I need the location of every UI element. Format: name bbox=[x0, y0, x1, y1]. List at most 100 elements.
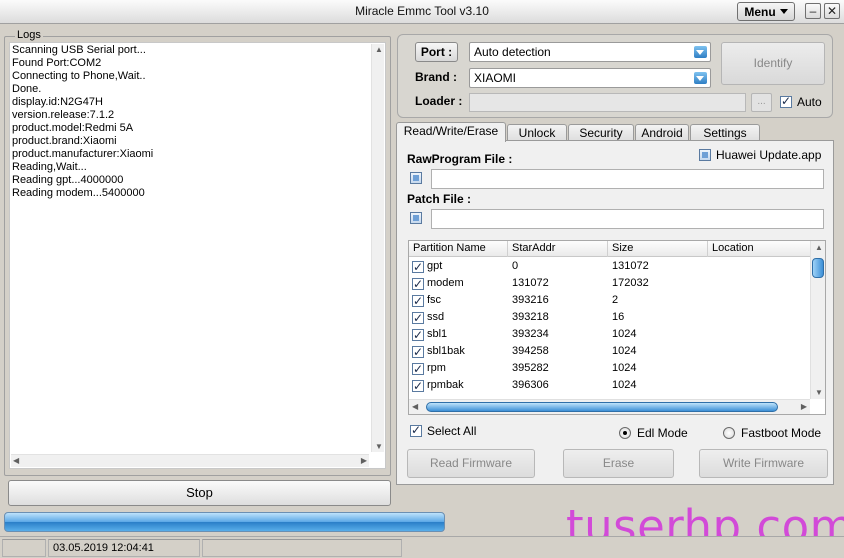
row-checkbox[interactable] bbox=[412, 344, 424, 361]
table-row[interactable]: sbl1 393234 1024 bbox=[409, 326, 811, 344]
log-line: Reading modem...5400000 bbox=[12, 187, 145, 199]
brand-select-value: XIAOMI bbox=[474, 71, 517, 85]
read-firmware-button[interactable]: Read Firmware bbox=[407, 449, 535, 478]
rawprogram-checkbox[interactable] bbox=[410, 172, 422, 184]
logs-horizontal-scrollbar[interactable]: ◀ ▶ bbox=[11, 454, 369, 467]
status-datetime: 03.05.2019 12:04:41 bbox=[48, 539, 200, 557]
table-horizontal-scrollbar[interactable]: ◀ ▶ bbox=[409, 399, 810, 414]
table-cell-name: sbl1 bbox=[427, 328, 448, 340]
tab-read-write-erase[interactable]: Read/Write/Erase bbox=[396, 122, 506, 142]
table-row[interactable]: rpmbak 396306 1024 bbox=[409, 377, 811, 395]
tab-android[interactable]: Android bbox=[635, 124, 689, 141]
row-checkbox[interactable] bbox=[412, 293, 424, 310]
select-all-checkbox[interactable] bbox=[410, 423, 422, 437]
logs-vertical-scrollbar[interactable]: ▲ ▼ bbox=[371, 44, 384, 452]
rawprogram-label: RawProgram File : bbox=[407, 152, 513, 166]
scroll-left-icon[interactable]: ◀ bbox=[13, 456, 19, 465]
scroll-down-icon[interactable]: ▼ bbox=[815, 388, 823, 397]
table-cell-name: gpt bbox=[427, 260, 443, 272]
table-cell-name: fsc bbox=[427, 294, 442, 306]
tab-unlock[interactable]: Unlock bbox=[507, 124, 567, 141]
patch-label: Patch File : bbox=[407, 192, 472, 206]
brand-select[interactable]: XIAOMI bbox=[469, 68, 711, 88]
column-header[interactable]: Size bbox=[608, 241, 708, 257]
scroll-up-icon[interactable]: ▲ bbox=[815, 243, 823, 252]
log-lines: Scanning USB Serial port... Found Port:CO… bbox=[12, 44, 372, 200]
table-cell-start: 131072 bbox=[512, 277, 549, 289]
row-checkbox[interactable] bbox=[412, 259, 424, 276]
scroll-up-icon[interactable]: ▲ bbox=[375, 45, 383, 54]
table-cell-name: sbl1bak bbox=[427, 345, 465, 357]
partition-table: Partition Name StarAddr Size Location gp… bbox=[408, 240, 826, 415]
row-checkbox[interactable] bbox=[412, 378, 424, 395]
loader-input[interactable] bbox=[469, 93, 746, 112]
log-line: Done. bbox=[12, 83, 42, 95]
table-header: Partition Name StarAddr Size Location bbox=[409, 241, 811, 257]
table-cell-start: 393218 bbox=[512, 311, 549, 323]
table-row[interactable]: ssd 393218 16 bbox=[409, 309, 811, 327]
edl-mode-radio[interactable] bbox=[619, 427, 631, 439]
table-cell-start: 395282 bbox=[512, 362, 549, 374]
logs-group: Logs Scanning USB Serial port... Found Po… bbox=[4, 29, 391, 476]
log-line: Scanning USB Serial port... bbox=[12, 44, 146, 56]
row-checkbox[interactable] bbox=[412, 361, 424, 378]
huawei-update-checkbox[interactable] bbox=[699, 149, 711, 161]
minimize-button[interactable]: – bbox=[805, 3, 821, 19]
scroll-right-icon[interactable]: ▶ bbox=[801, 402, 807, 411]
port-button[interactable]: Port : bbox=[415, 42, 458, 62]
window-title: Miracle Emmc Tool v3.10 bbox=[355, 4, 489, 18]
patch-input[interactable] bbox=[431, 209, 824, 229]
read-write-erase-panel: RawProgram File : Huawei Update.app Patc… bbox=[396, 140, 834, 485]
identify-button[interactable]: Identify bbox=[721, 42, 825, 85]
row-checkbox[interactable] bbox=[412, 327, 424, 344]
column-header[interactable]: StarAddr bbox=[508, 241, 608, 257]
tab-settings[interactable]: Settings bbox=[690, 124, 760, 141]
brand-label: Brand : bbox=[415, 70, 457, 84]
connection-panel: Port : Auto detection Brand : XIAOMI Ide… bbox=[397, 34, 833, 118]
write-firmware-button[interactable]: Write Firmware bbox=[699, 449, 828, 478]
table-cell-start: 393216 bbox=[512, 294, 549, 306]
scroll-left-icon[interactable]: ◀ bbox=[412, 402, 418, 411]
stop-button[interactable]: Stop bbox=[8, 480, 391, 506]
table-row[interactable]: fsc 393216 2 bbox=[409, 292, 811, 310]
column-header[interactable]: Partition Name bbox=[409, 241, 508, 257]
rawprogram-input[interactable] bbox=[431, 169, 824, 189]
close-button[interactable]: ✕ bbox=[824, 3, 840, 19]
table-cell-size: 172032 bbox=[612, 277, 649, 289]
table-vertical-scrollbar[interactable]: ▲ ▼ bbox=[810, 241, 825, 399]
table-cell-name: ssd bbox=[427, 311, 445, 323]
scroll-thumb[interactable] bbox=[812, 258, 824, 278]
table-row[interactable]: modem 131072 172032 bbox=[409, 275, 811, 293]
status-cell-empty bbox=[202, 539, 402, 557]
row-checkbox[interactable] bbox=[412, 310, 424, 327]
table-cell-size: 16 bbox=[612, 311, 625, 323]
table-cell-name: rpmbak bbox=[427, 379, 464, 391]
table-cell-size: 131072 bbox=[612, 260, 649, 272]
port-select[interactable]: Auto detection bbox=[469, 42, 711, 62]
scroll-thumb[interactable] bbox=[426, 402, 778, 412]
scroll-right-icon[interactable]: ▶ bbox=[361, 456, 367, 465]
auto-checkbox[interactable] bbox=[780, 94, 792, 108]
log-line: version.release:7.1.2 bbox=[12, 109, 115, 121]
tab-security[interactable]: Security bbox=[568, 124, 634, 141]
log-line: Found Port:COM2 bbox=[12, 57, 102, 69]
row-checkbox[interactable] bbox=[412, 276, 424, 293]
table-row[interactable]: rpm 395282 1024 bbox=[409, 360, 811, 378]
fastboot-mode-radio[interactable] bbox=[723, 427, 735, 439]
column-header[interactable]: Location bbox=[708, 241, 811, 257]
dropdown-arrow-icon[interactable] bbox=[694, 46, 707, 58]
erase-button[interactable]: Erase bbox=[563, 449, 674, 478]
menu-button[interactable]: Menu bbox=[737, 2, 795, 21]
table-cell-start: 0 bbox=[512, 260, 519, 272]
table-row[interactable]: gpt 0 131072 bbox=[409, 258, 811, 276]
table-cell-start: 396306 bbox=[512, 379, 549, 391]
patch-checkbox[interactable] bbox=[410, 212, 422, 224]
dropdown-arrow-icon[interactable] bbox=[694, 72, 707, 84]
scroll-down-icon[interactable]: ▼ bbox=[375, 442, 383, 451]
huawei-update-label: Huawei Update.app bbox=[716, 148, 822, 162]
status-bar: 03.05.2019 12:04:41 bbox=[0, 536, 844, 558]
loader-browse-button[interactable]: ... bbox=[751, 93, 772, 112]
table-row[interactable]: sbl1bak 394258 1024 bbox=[409, 343, 811, 361]
table-cell-start: 394258 bbox=[512, 345, 549, 357]
logs-textarea[interactable]: Scanning USB Serial port... Found Port:CO… bbox=[9, 42, 386, 469]
